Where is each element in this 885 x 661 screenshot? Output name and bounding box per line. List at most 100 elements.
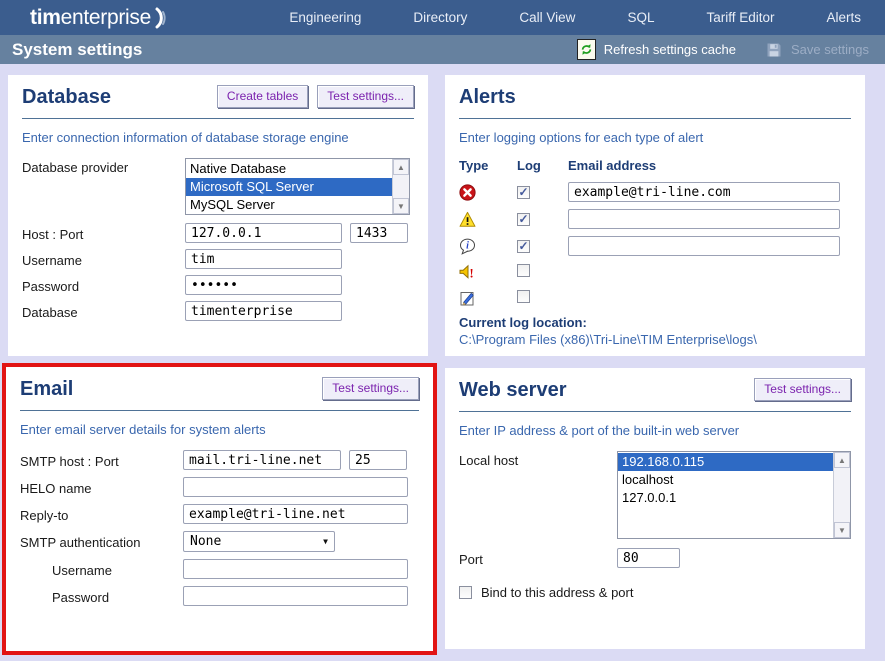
email-panel: Email Test settings... Enter email serve… [6,367,433,651]
listbox-option[interactable]: 192.168.0.115 [618,453,833,471]
reply-to-label: Reply-to [20,506,183,523]
reply-to-input[interactable] [183,504,408,524]
error-email-input[interactable] [568,182,840,202]
db-host-port-label: Host : Port [22,225,185,242]
scroll-down-button[interactable]: ▼ [393,198,409,214]
web-server-panel-description: Enter IP address & port of the built-in … [459,423,851,438]
info-log-checkbox[interactable] [517,240,530,253]
refresh-settings-cache-button[interactable]: Refresh settings cache [578,40,736,59]
local-host-label: Local host [459,451,617,468]
alerts-col-log: Log [517,158,568,173]
alerts-col-email: Email address [568,158,851,173]
email-password-input[interactable] [183,586,408,606]
alert-row: i [459,236,851,256]
db-username-label: Username [22,251,185,268]
scroll-up-button[interactable]: ▲ [393,159,409,175]
sound-icon: ! [459,264,476,281]
nav-item-engineering[interactable]: Engineering [289,10,361,25]
smtp-auth-select[interactable]: None ▼ [183,531,335,552]
page-title: System settings [12,40,142,60]
ws-port-label: Port [459,550,617,567]
db-host-input[interactable] [185,223,342,243]
edit-icon [459,290,476,307]
local-host-listbox[interactable]: 192.168.0.115localhost127.0.0.1 ▲ ▼ [617,451,851,539]
logo-swoosh-icon [153,6,173,30]
smtp-auth-label: SMTP authentication [20,533,183,550]
tim-enterprise-logo[interactable]: timenterprise [30,6,173,30]
error-icon [459,184,476,201]
scroll-down-button[interactable]: ▼ [834,522,850,538]
sound-log-checkbox[interactable] [517,264,530,277]
email-test-settings-button[interactable]: Test settings... [322,377,419,400]
db-password-label: Password [22,277,185,294]
database-panel-description: Enter connection information of database… [22,130,414,145]
smtp-port-input[interactable] [349,450,407,470]
current-log-location-path: C:\Program Files (x86)\Tri-Line\TIM Ente… [459,332,851,347]
page-header-bar: System settings Refresh settings cache S… [0,35,885,64]
listbox-option[interactable]: Microsoft SQL Server [186,178,392,196]
db-port-input[interactable] [350,223,408,243]
nav-item-directory[interactable]: Directory [413,10,467,25]
database-panel: Database Create tables Test settings... … [8,75,428,356]
listbox-option[interactable]: localhost [618,471,833,489]
email-panel-highlight-outline: Email Test settings... Enter email serve… [2,363,437,655]
bind-address-checkbox[interactable] [459,586,472,599]
listbox-option[interactable]: 127.0.0.1 [618,489,833,507]
top-nav: Engineering Directory Call View SQL Tariff E… [289,10,861,25]
db-database-label: Database [22,303,185,320]
error-log-checkbox[interactable] [517,186,530,199]
save-settings-button[interactable]: Save settings [766,42,869,58]
listbox-option[interactable]: Native Database [186,160,392,178]
edit-log-checkbox[interactable] [517,290,530,303]
email-panel-title: Email [20,377,73,401]
current-log-location-label: Current log location: [459,315,851,330]
alerts-panel-title: Alerts [459,85,516,109]
helo-name-input[interactable] [183,477,408,497]
alert-row [459,289,851,308]
web-server-test-settings-button[interactable]: Test settings... [754,378,851,401]
save-icon [766,42,782,58]
smtp-host-port-label: SMTP host : Port [20,452,183,469]
web-server-panel-title: Web server [459,378,566,402]
warning-email-input[interactable] [568,209,840,229]
database-test-settings-button[interactable]: Test settings... [317,85,414,108]
svg-text:i: i [466,240,469,251]
database-provider-label: Database provider [22,158,185,175]
save-settings-label: Save settings [791,42,869,57]
warning-log-checkbox[interactable] [517,213,530,226]
db-username-input[interactable] [185,249,342,269]
scroll-up-button[interactable]: ▲ [834,452,850,468]
bind-address-checkbox-label: Bind to this address & port [481,585,633,600]
info-email-input[interactable] [568,236,840,256]
listbox-scrollbar[interactable]: ▲ ▼ [392,159,409,214]
listbox-option[interactable]: MySQL Server [186,196,392,214]
db-password-input[interactable] [185,275,342,295]
email-panel-description: Enter email server details for system al… [20,422,419,437]
smtp-auth-selected-value: None [190,534,221,549]
refresh-icon [578,40,595,59]
logo-text-regular: enterprise [61,6,151,30]
refresh-settings-label: Refresh settings cache [604,42,736,57]
svg-text:!: ! [470,267,474,281]
nav-item-alerts[interactable]: Alerts [826,10,861,25]
create-tables-button[interactable]: Create tables [217,85,308,108]
ws-port-input[interactable] [617,548,680,568]
nav-item-sql[interactable]: SQL [627,10,654,25]
alerts-col-type: Type [459,158,517,173]
database-provider-listbox[interactable]: Native DatabaseMicrosoft SQL ServerMySQL… [185,158,410,215]
smtp-host-input[interactable] [183,450,341,470]
alert-row [459,209,851,229]
nav-item-call-view[interactable]: Call View [519,10,575,25]
email-username-label: Username [20,561,183,578]
email-username-input[interactable] [183,559,408,579]
top-navigation-bar: timenterprise Engineering Directory Call V… [0,0,885,35]
warning-icon [459,211,476,228]
email-password-label: Password [20,588,183,605]
nav-item-tariff-editor[interactable]: Tariff Editor [706,10,774,25]
listbox-scrollbar[interactable]: ▲ ▼ [833,452,850,538]
database-panel-title: Database [22,85,111,109]
web-server-panel: Web server Test settings... Enter IP add… [445,368,865,649]
db-database-input[interactable] [185,301,342,321]
chevron-down-icon: ▼ [323,537,328,546]
logo-text-bold: tim [30,6,61,30]
